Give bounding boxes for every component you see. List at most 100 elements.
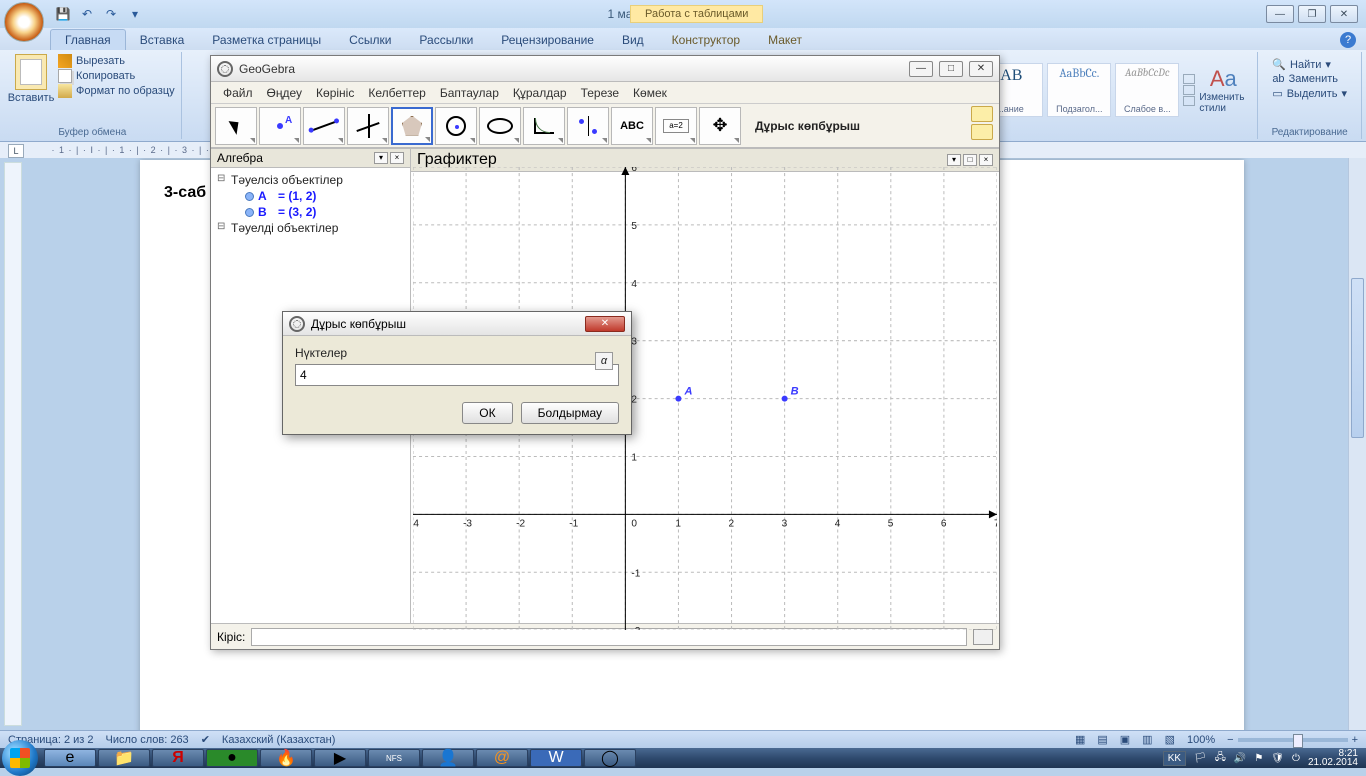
tool-move[interactable] [215,107,257,145]
replace-button[interactable]: abЗаменить [1272,73,1347,85]
pane-window-icon[interactable]: □ [963,154,977,166]
zoom-track[interactable] [1238,738,1348,742]
task-app[interactable]: ● [206,749,258,767]
tree-dep-objects[interactable]: Тәуелді объектілер [217,220,404,236]
status-language[interactable]: Казахский (Казахстан) [222,734,335,746]
task-media[interactable]: ▶ [314,749,366,767]
tray-action-icon[interactable]: ⚑ [1254,753,1263,764]
zoom-slider[interactable]: − + [1227,734,1358,746]
tree-free-objects[interactable]: Тәуелсіз объектілер [217,172,404,188]
tool-reflect[interactable] [567,107,609,145]
styles-row-up-icon[interactable] [1183,74,1195,84]
tray-flag-icon[interactable]: 🏳 [1194,753,1207,764]
tool-polygon[interactable] [391,107,433,145]
tool-slider[interactable]: a=2 [655,107,697,145]
menu-perspectives[interactable]: Келбеттер [362,84,432,102]
tray-network-icon[interactable]: 🖧 [1215,750,1226,767]
view-draft-icon[interactable]: ▧ [1165,733,1175,746]
gg-minimize-button[interactable]: — [909,61,933,77]
close-button[interactable]: ✕ [1330,5,1358,23]
tool-point[interactable] [259,107,301,145]
dialog-close-button[interactable]: ✕ [585,316,625,332]
points-input[interactable] [295,364,619,386]
zoom-out-icon[interactable]: − [1227,734,1233,746]
clock[interactable]: 8:21 21.02.2014 [1308,749,1358,767]
view-fullscreen-icon[interactable]: ▤ [1097,733,1107,746]
style-item[interactable]: AaBbCc.Подзагол... [1047,63,1111,117]
pane-toggle-icon[interactable]: ▾ [947,154,961,166]
help-icon[interactable]: ? [1340,32,1356,48]
task-mail[interactable]: @ [476,749,528,767]
gg-redo-button[interactable] [971,124,993,140]
tab-design[interactable]: Конструктор [658,30,754,50]
menu-window[interactable]: Терезе [575,84,625,102]
tool-ellipse[interactable] [479,107,521,145]
status-words[interactable]: Число слов: 263 [106,734,189,746]
pane-close-icon[interactable]: × [979,154,993,166]
tool-line[interactable] [303,107,345,145]
view-outline-icon[interactable]: ▥ [1142,733,1152,746]
change-styles-button[interactable]: Aa Изменить стили [1199,66,1247,114]
save-icon[interactable]: 💾 [52,3,74,25]
restore-button[interactable]: ❐ [1298,5,1326,23]
gg-close-button[interactable]: ✕ [969,61,993,77]
zoom-value[interactable]: 100% [1187,734,1215,746]
task-word[interactable]: W [530,749,582,767]
paste-button[interactable]: Вставить [10,54,52,125]
tray-shield-icon[interactable]: 🛡 [1271,753,1284,764]
tab-layout[interactable]: Макет [754,30,816,50]
tab-page-layout[interactable]: Разметка страницы [198,30,335,50]
task-app[interactable]: 🔥 [260,749,312,767]
task-app[interactable]: 👤 [422,749,474,767]
input-field[interactable] [251,628,967,646]
pane-close-icon[interactable]: × [390,152,404,164]
cut-button[interactable]: Вырезать [58,54,175,68]
tab-insert[interactable]: Вставка [126,30,199,50]
task-geogebra[interactable]: ◯ [584,749,636,767]
menu-tools[interactable]: Құралдар [507,84,573,102]
office-button[interactable] [4,2,44,42]
table-tools-tab[interactable]: Работа с таблицами [630,5,763,23]
qat-dropdown-icon[interactable]: ▾ [124,3,146,25]
menu-options[interactable]: Баптаулар [434,84,505,102]
pane-toggle-icon[interactable]: ▾ [374,152,388,164]
task-explorer[interactable]: 📁 [98,749,150,767]
cancel-button[interactable]: Болдырмау [521,402,619,424]
geogebra-title-bar[interactable]: GeoGebra — □ ✕ [211,56,999,82]
tab-view[interactable]: Вид [608,30,658,50]
tab-references[interactable]: Ссылки [335,30,405,50]
proofing-icon[interactable]: ✔ [201,733,210,746]
styles-row-down-icon[interactable] [1183,85,1195,95]
tab-selector[interactable]: L [8,144,24,158]
start-button[interactable] [2,740,38,776]
algebra-tree[interactable]: Тәуелсіз объектілер A = (1, 2) B = (3, 2… [211,168,410,240]
menu-help[interactable]: Көмек [627,84,673,102]
menu-file[interactable]: Файл [217,84,259,102]
find-button[interactable]: 🔍Найти▾ [1272,58,1347,71]
menu-view[interactable]: Көрініс [310,84,360,102]
tree-leaf[interactable]: B = (3, 2) [217,204,404,220]
styles-expand-icon[interactable] [1183,96,1195,106]
style-item[interactable]: AaBbCcDcСлабое в... [1115,63,1179,117]
gg-undo-button[interactable] [971,106,993,122]
tab-mailings[interactable]: Рассылки [405,30,487,50]
tool-angle[interactable] [523,107,565,145]
view-print-layout-icon[interactable]: ▦ [1075,733,1085,746]
tool-circle[interactable] [435,107,477,145]
scrollbar-thumb[interactable] [1351,278,1364,438]
vertical-ruler[interactable] [4,162,22,726]
tool-move-view[interactable]: ✥ [699,107,741,145]
redo-icon[interactable]: ↷ [100,3,122,25]
zoom-in-icon[interactable]: + [1352,734,1358,746]
vertical-scrollbar[interactable] [1348,158,1366,730]
undo-icon[interactable]: ↶ [76,3,98,25]
menu-edit[interactable]: Өңдеу [261,84,309,102]
tray-volume-icon[interactable]: 🔊 [1234,753,1246,764]
task-ie[interactable]: e [44,749,96,767]
language-indicator[interactable]: KK [1163,751,1186,766]
keyboard-icon[interactable] [973,629,993,645]
format-painter-button[interactable]: Формат по образцу [58,84,175,98]
task-yandex[interactable]: Я [152,749,204,767]
tool-perpendicular[interactable] [347,107,389,145]
copy-button[interactable]: Копировать [58,69,175,83]
